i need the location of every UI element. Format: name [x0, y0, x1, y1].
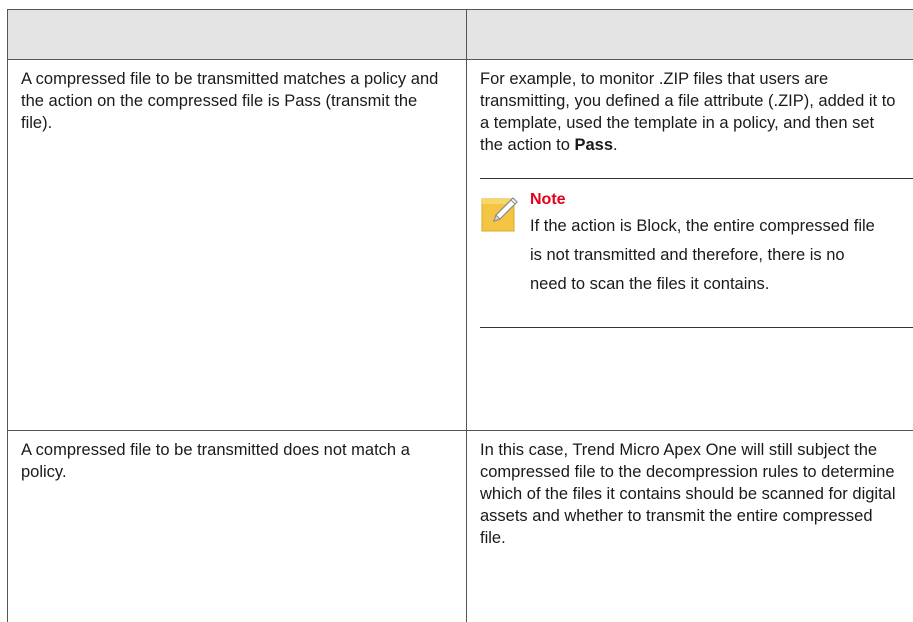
description-prefix: For example, to monitor .ZIP files that … — [480, 70, 896, 154]
document-page: A compressed file to be transmitted matc… — [0, 0, 913, 622]
note-pencil-icon — [481, 197, 518, 232]
description-text: In this case, Trend Micro Apex One will … — [480, 441, 896, 547]
condition-text: A compressed file to be transmitted does… — [21, 441, 410, 481]
condition-text: A compressed file to be transmitted matc… — [21, 70, 439, 132]
note-content: Note If the action is Block, the entire … — [530, 191, 913, 299]
table-row: A compressed file to be transmitted does… — [7, 430, 913, 622]
table-header-cell-1 — [7, 9, 467, 60]
description-cell: In this case, Trend Micro Apex One will … — [466, 430, 913, 622]
note-title: Note — [530, 191, 566, 208]
note-text: If the action is Block, the entire compr… — [530, 217, 875, 293]
action-pass-label: Pass — [574, 136, 614, 154]
description-text: For example, to monitor .ZIP files that … — [467, 60, 913, 156]
table-header-cell-2 — [466, 9, 913, 60]
table-header-row — [7, 9, 913, 60]
condition-cell: A compressed file to be transmitted does… — [7, 430, 467, 622]
description-suffix: . — [613, 136, 618, 154]
condition-cell: A compressed file to be transmitted matc… — [7, 59, 467, 431]
note-callout: Note If the action is Block, the entire … — [480, 178, 913, 328]
table-row: A compressed file to be transmitted matc… — [7, 59, 913, 431]
description-cell: For example, to monitor .ZIP files that … — [466, 59, 913, 431]
compressed-file-table: A compressed file to be transmitted matc… — [7, 9, 913, 622]
